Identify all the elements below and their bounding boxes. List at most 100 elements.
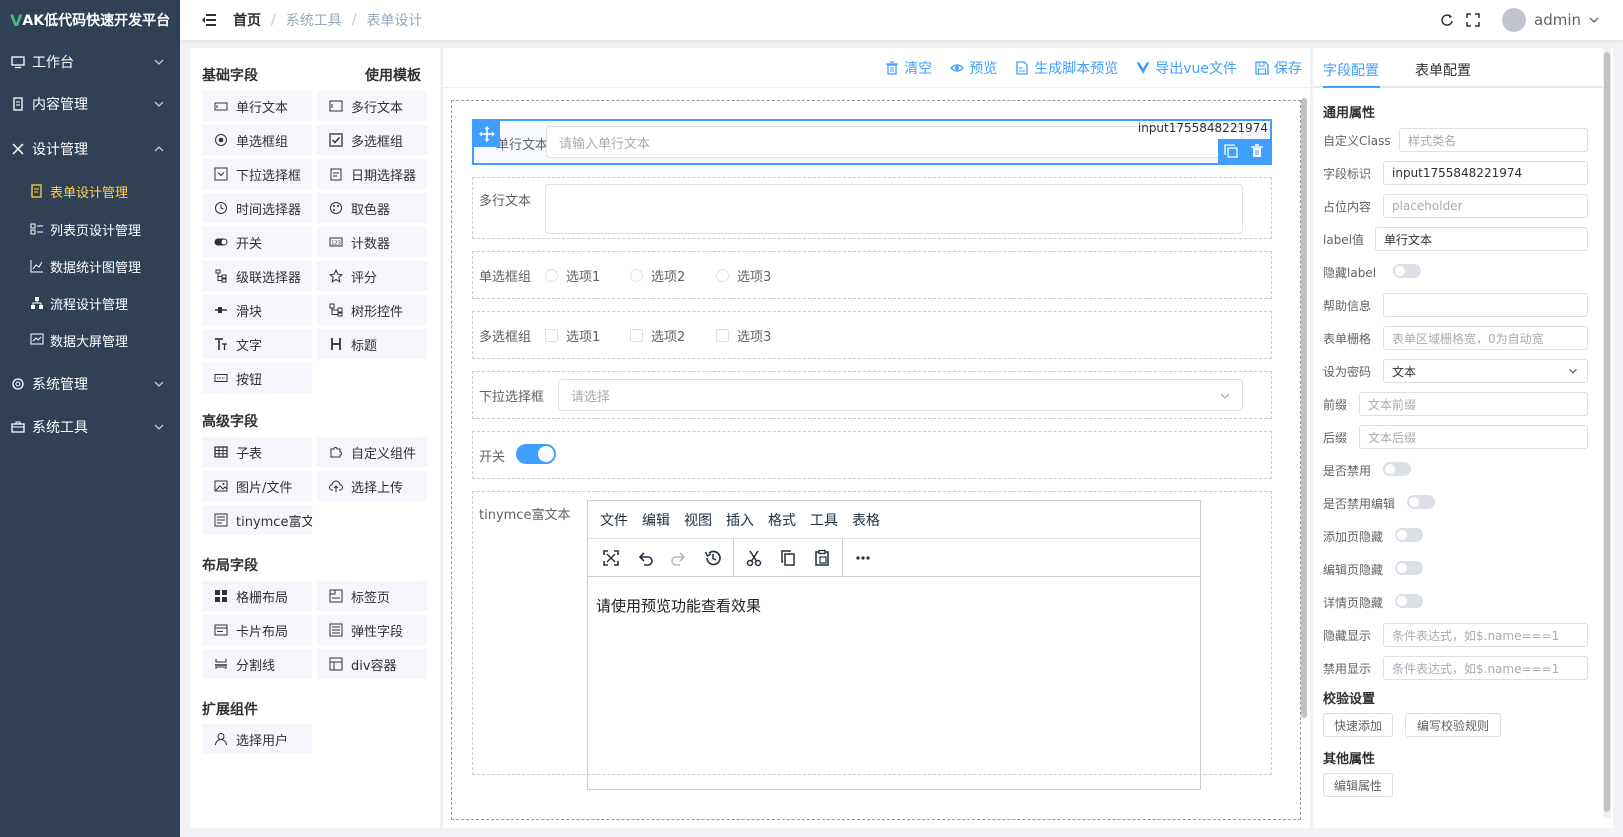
palette-number[interactable]: 123 计数器 bbox=[317, 227, 427, 257]
sidebar-item-form-design[interactable]: 表单设计管理 bbox=[0, 172, 180, 210]
avatar[interactable] bbox=[1502, 8, 1526, 32]
prefix-input[interactable]: 文本前缀 bbox=[1359, 392, 1588, 416]
palette-tinymce[interactable]: tinymce富文本 bbox=[202, 505, 312, 535]
history-icon[interactable] bbox=[696, 543, 730, 573]
palette-rate[interactable]: 评分 bbox=[317, 261, 427, 291]
editor-menu-view[interactable]: 视图 bbox=[684, 510, 712, 530]
select-field[interactable]: 请选择 bbox=[558, 379, 1243, 411]
palette-grid[interactable]: 格栅布局 bbox=[202, 581, 312, 611]
edit-page-hidden-switch[interactable] bbox=[1395, 561, 1423, 575]
palette-upload[interactable]: 选择上传 bbox=[317, 471, 427, 501]
form-grid-input[interactable]: 表单区域栅格宽，0为自动宽 bbox=[1383, 326, 1588, 350]
more-icon[interactable] bbox=[846, 543, 880, 573]
editor-menu-edit[interactable]: 编辑 bbox=[642, 510, 670, 530]
cut-icon[interactable] bbox=[737, 543, 771, 573]
editor-menu-format[interactable]: 格式 bbox=[768, 510, 796, 530]
sidebar-item-list-design[interactable]: 列表页设计管理 bbox=[0, 210, 180, 248]
tab-field-config[interactable]: 字段配置 bbox=[1323, 60, 1379, 80]
quick-add-button[interactable]: 快速添加 bbox=[1323, 713, 1393, 737]
hamburger-icon[interactable] bbox=[201, 12, 217, 28]
palette-heading[interactable]: 标题 bbox=[317, 329, 427, 359]
edit-attrs-button[interactable]: 编辑属性 bbox=[1323, 773, 1393, 797]
sidebar-item-design[interactable]: 设计管理 bbox=[0, 127, 180, 171]
field-key-input[interactable]: input1755848221974 bbox=[1383, 161, 1588, 185]
fullscreen-icon[interactable] bbox=[1466, 13, 1480, 27]
palette-tabs[interactable]: 标签页 bbox=[317, 581, 427, 611]
checkbox-option[interactable]: 选项3 bbox=[716, 326, 771, 345]
add-page-hidden-switch[interactable] bbox=[1395, 528, 1423, 542]
label-value-input[interactable]: 单行文本 bbox=[1375, 227, 1588, 251]
switch-toggle[interactable] bbox=[516, 444, 556, 464]
radio-option[interactable]: 选项2 bbox=[630, 266, 685, 285]
checkbox-option[interactable]: 选项1 bbox=[545, 326, 600, 345]
save-button[interactable]: 保存 bbox=[1255, 58, 1302, 78]
suffix-input[interactable]: 文本后缀 bbox=[1359, 425, 1588, 449]
palette-flex[interactable]: 弹性字段 bbox=[317, 615, 427, 645]
edit-rules-button[interactable]: 编写校验规则 bbox=[1405, 713, 1501, 737]
palette-date[interactable]: 日期选择器 bbox=[317, 159, 427, 189]
custom-class-input[interactable]: 样式类名 bbox=[1399, 128, 1588, 152]
disable-condition-input[interactable]: 条件表达式，如$.name===1 bbox=[1383, 656, 1588, 680]
palette-text[interactable]: 文字 bbox=[202, 329, 312, 359]
copy-icon[interactable] bbox=[1224, 144, 1238, 158]
palette-time[interactable]: 时间选择器 bbox=[202, 193, 312, 223]
password-type-select[interactable]: 文本 bbox=[1383, 359, 1588, 383]
palette-switch[interactable]: 开关 bbox=[202, 227, 312, 257]
palette-select[interactable]: 下拉选择框 bbox=[202, 159, 312, 189]
palette-button[interactable]: 按钮 bbox=[202, 363, 312, 393]
script-preview-button[interactable]: 生成脚本预览 bbox=[1015, 58, 1118, 78]
sidebar-item-sys-tools[interactable]: 系统工具 bbox=[0, 405, 180, 449]
undo-icon[interactable] bbox=[628, 543, 662, 573]
form-item-input[interactable]: 单行文本 请输入单行文本 input1755848221974 bbox=[472, 119, 1272, 165]
edit-disabled-switch[interactable] bbox=[1407, 495, 1435, 509]
sidebar-item-workbench[interactable]: 工作台 bbox=[0, 40, 180, 84]
editor-menu-table[interactable]: 表格 bbox=[852, 510, 880, 530]
palette-subtable[interactable]: 子表 bbox=[202, 437, 312, 467]
sidebar-item-dashboard-design[interactable]: 数据大屏管理 bbox=[0, 321, 180, 359]
app-logo[interactable]: V AK低代码快速开发平台 bbox=[0, 0, 180, 40]
palette-slider[interactable]: 滑块 bbox=[202, 295, 312, 325]
copy-icon[interactable] bbox=[771, 543, 805, 573]
palette-divider[interactable]: 分割线 bbox=[202, 649, 312, 679]
preview-button[interactable]: 预览 bbox=[950, 58, 997, 78]
use-template-link[interactable]: 使用模板 bbox=[365, 65, 421, 85]
form-canvas[interactable]: 单行文本 请输入单行文本 input1755848221974 多行文本 单选框… bbox=[451, 100, 1301, 820]
palette-cascader[interactable]: 级联选择器 bbox=[202, 261, 312, 291]
palette-div-container[interactable]: div容器 bbox=[317, 649, 427, 679]
form-item-radio[interactable]: 单选框组 选项1 选项2 选项3 bbox=[472, 251, 1272, 299]
textarea-field[interactable] bbox=[545, 184, 1243, 234]
export-vue-button[interactable]: 导出vue文件 bbox=[1136, 58, 1237, 78]
hide-label-switch[interactable] bbox=[1393, 264, 1421, 278]
palette-card[interactable]: 卡片布局 bbox=[202, 615, 312, 645]
editor-content[interactable]: 请使用预览功能查看效果 bbox=[588, 577, 1200, 634]
palette-tree[interactable]: 树形控件 bbox=[317, 295, 427, 325]
palette-color[interactable]: 取色器 bbox=[317, 193, 427, 223]
form-item-textarea[interactable]: 多行文本 bbox=[472, 177, 1272, 239]
username[interactable]: admin bbox=[1534, 11, 1581, 29]
paste-icon[interactable] bbox=[805, 543, 839, 573]
palette-checkbox[interactable]: 多选框组 bbox=[317, 125, 427, 155]
palette-input[interactable]: 单行文本 bbox=[202, 91, 312, 121]
form-item-switch[interactable]: 开关 bbox=[472, 431, 1272, 479]
hide-condition-input[interactable]: 条件表达式，如$.name===1 bbox=[1383, 623, 1588, 647]
editor-menu-insert[interactable]: 插入 bbox=[726, 510, 754, 530]
help-info-input[interactable] bbox=[1383, 293, 1588, 317]
editor-menu-file[interactable]: 文件 bbox=[600, 510, 628, 530]
breadcrumb-home[interactable]: 首页 bbox=[233, 10, 261, 30]
form-item-checkbox[interactable]: 多选框组 选项1 选项2 选项3 bbox=[472, 311, 1272, 359]
form-item-select[interactable]: 下拉选择框 请选择 bbox=[472, 371, 1272, 419]
form-item-tinymce[interactable]: tinymce富文本 文件 编辑 视图 插入 格式 工具 表格 请使用预览功能查… bbox=[472, 491, 1272, 790]
radio-option[interactable]: 选项3 bbox=[716, 266, 771, 285]
sidebar-item-chart-design[interactable]: 数据统计图管理 bbox=[0, 247, 180, 285]
sidebar-item-flow-design[interactable]: 流程设计管理 bbox=[0, 284, 180, 322]
drag-handle[interactable] bbox=[474, 121, 500, 147]
palette-textarea[interactable]: 多行文本 bbox=[317, 91, 427, 121]
chevron-down-icon[interactable] bbox=[1587, 13, 1601, 27]
fullscreen-icon[interactable] bbox=[594, 543, 628, 573]
palette-user-select[interactable]: 选择用户 bbox=[202, 724, 312, 754]
palette-custom-component[interactable]: 自定义组件 bbox=[317, 437, 427, 467]
redo-icon[interactable] bbox=[662, 543, 696, 573]
scrollbar-thumb[interactable] bbox=[1604, 52, 1610, 812]
delete-icon[interactable] bbox=[1250, 144, 1264, 158]
palette-radio[interactable]: 单选框组 bbox=[202, 125, 312, 155]
